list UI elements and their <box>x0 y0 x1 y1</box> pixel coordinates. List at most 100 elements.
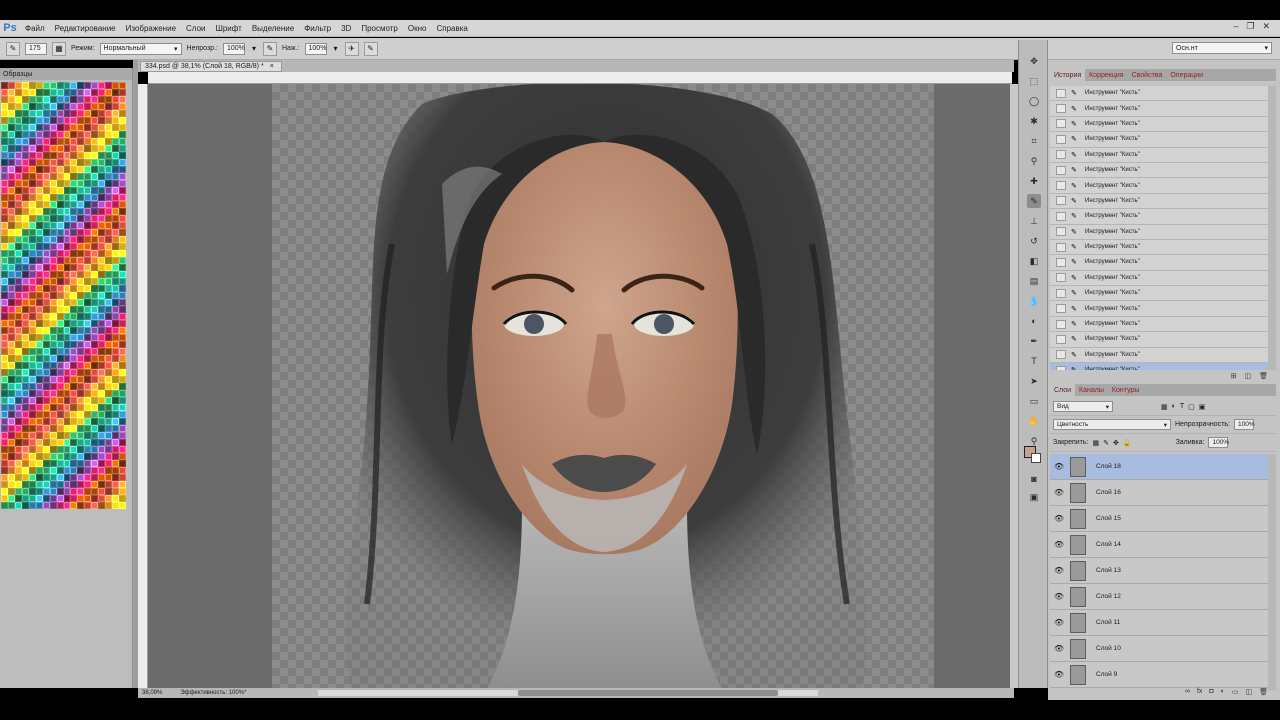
color-swatch[interactable] <box>14 89 22 96</box>
layer-style-icon[interactable]: fx <box>1197 688 1202 698</box>
color-swatch[interactable] <box>98 180 106 187</box>
color-swatch[interactable] <box>77 117 85 124</box>
color-swatch[interactable] <box>1 152 8 159</box>
new-group-icon[interactable]: ▭ <box>1232 688 1239 698</box>
restore-icon[interactable]: ❐ <box>1246 21 1254 32</box>
color-swatch[interactable] <box>77 96 85 103</box>
color-swatch[interactable] <box>77 236 85 243</box>
color-swatch[interactable] <box>14 166 22 173</box>
color-swatch[interactable] <box>28 432 36 439</box>
color-swatch[interactable] <box>7 138 15 145</box>
color-swatch[interactable] <box>21 131 29 138</box>
color-swatch[interactable] <box>49 481 57 488</box>
color-swatch[interactable] <box>7 320 15 327</box>
color-swatch[interactable] <box>42 145 50 152</box>
layer-opacity-input[interactable]: 100% <box>1234 419 1255 430</box>
color-swatch[interactable] <box>112 362 120 369</box>
color-swatch[interactable] <box>91 285 99 292</box>
color-swatch[interactable] <box>14 124 22 131</box>
color-swatch[interactable] <box>77 264 85 271</box>
color-swatch[interactable] <box>105 96 113 103</box>
history-source-box[interactable] <box>1056 134 1066 144</box>
history-source-box[interactable] <box>1056 211 1066 221</box>
color-swatch[interactable] <box>49 264 57 271</box>
color-swatch[interactable] <box>105 306 113 313</box>
color-swatch[interactable] <box>105 124 113 131</box>
color-swatch[interactable] <box>98 404 106 411</box>
color-swatch[interactable] <box>70 138 78 145</box>
swatch-grid[interactable] <box>1 82 126 512</box>
color-swatch[interactable] <box>7 313 15 320</box>
color-swatch[interactable] <box>105 236 113 243</box>
color-swatch[interactable] <box>63 292 71 299</box>
color-swatch[interactable] <box>1 215 8 222</box>
color-swatch[interactable] <box>28 166 36 173</box>
color-swatch[interactable] <box>112 215 120 222</box>
hand-tool-icon[interactable]: ✋ <box>1027 414 1041 428</box>
history-state[interactable]: ✎ Инструмент "Кисть" <box>1050 162 1268 179</box>
color-swatch[interactable] <box>77 187 85 194</box>
color-swatch[interactable] <box>28 159 36 166</box>
color-swatch[interactable] <box>1 369 8 376</box>
color-swatch[interactable] <box>91 313 99 320</box>
color-swatch[interactable] <box>77 362 85 369</box>
move-tool-icon[interactable]: ✥ <box>1027 54 1041 68</box>
color-swatch[interactable] <box>14 103 22 110</box>
color-swatch[interactable] <box>7 243 15 250</box>
color-swatch[interactable] <box>28 474 36 481</box>
color-swatch[interactable] <box>112 474 120 481</box>
color-swatch[interactable] <box>42 404 50 411</box>
color-swatch[interactable] <box>77 376 85 383</box>
color-swatch[interactable] <box>7 215 15 222</box>
color-swatch[interactable] <box>21 453 29 460</box>
color-swatch[interactable] <box>42 229 50 236</box>
color-swatch[interactable] <box>7 159 15 166</box>
color-swatch[interactable] <box>21 439 29 446</box>
color-swatch[interactable] <box>35 439 43 446</box>
color-swatch[interactable] <box>63 215 71 222</box>
opacity-input[interactable]: 100% <box>222 42 245 55</box>
vertical-ruler[interactable] <box>138 84 148 688</box>
color-swatch[interactable] <box>49 320 57 327</box>
color-swatch[interactable] <box>21 481 29 488</box>
color-swatch[interactable] <box>7 397 15 404</box>
color-swatch[interactable] <box>98 397 106 404</box>
color-swatch[interactable] <box>21 229 29 236</box>
color-swatch[interactable] <box>98 89 106 96</box>
color-swatch[interactable] <box>35 229 43 236</box>
color-swatch[interactable] <box>28 152 36 159</box>
color-swatch[interactable] <box>49 369 57 376</box>
color-swatch[interactable] <box>119 229 126 236</box>
color-swatch[interactable] <box>28 460 36 467</box>
color-swatch[interactable] <box>112 124 120 131</box>
layer-name[interactable]: Слой 12 <box>1096 593 1121 600</box>
color-swatch[interactable] <box>35 348 43 355</box>
color-swatch[interactable] <box>77 439 85 446</box>
color-swatch[interactable] <box>21 208 29 215</box>
menu-item[interactable]: Изображение <box>121 24 181 33</box>
color-swatch[interactable] <box>70 467 78 474</box>
color-swatch[interactable] <box>56 432 64 439</box>
color-swatch[interactable] <box>105 425 113 432</box>
color-swatch[interactable] <box>70 327 78 334</box>
color-swatch[interactable] <box>70 180 78 187</box>
color-swatch[interactable] <box>112 397 120 404</box>
color-swatch[interactable] <box>14 320 22 327</box>
color-swatch[interactable] <box>119 320 126 327</box>
color-swatch[interactable] <box>28 187 36 194</box>
color-swatch[interactable] <box>49 432 57 439</box>
color-swatch[interactable] <box>49 271 57 278</box>
color-swatch[interactable] <box>84 257 92 264</box>
color-swatch[interactable] <box>7 439 15 446</box>
color-swatch[interactable] <box>7 166 15 173</box>
color-swatch[interactable] <box>1 425 8 432</box>
color-swatch[interactable] <box>7 82 15 89</box>
color-swatch[interactable] <box>119 425 126 432</box>
filter-pixel-icon[interactable]: ▦ <box>1161 403 1168 411</box>
color-swatch[interactable] <box>70 278 78 285</box>
color-swatch[interactable] <box>49 348 57 355</box>
color-swatch[interactable] <box>7 285 15 292</box>
color-swatch[interactable] <box>119 271 126 278</box>
history-source-box[interactable] <box>1056 181 1066 191</box>
color-swatch[interactable] <box>112 131 120 138</box>
